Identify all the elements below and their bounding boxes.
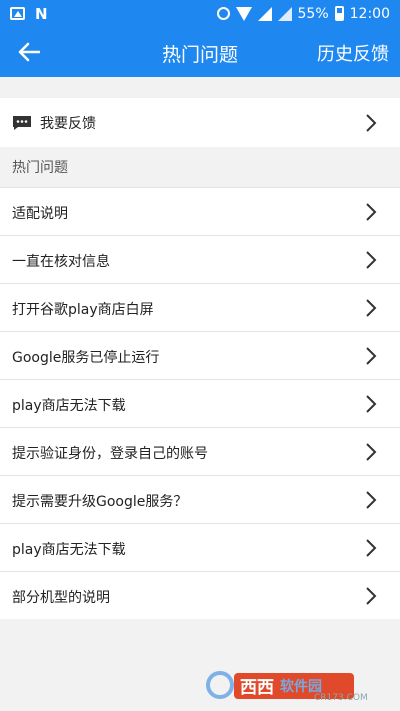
list-item-label: 打开谷歌play商店白屏 [12,302,154,318]
status-left: N [10,5,48,23]
message-icon [13,116,31,130]
chevron-right-icon [366,203,377,221]
list-item[interactable]: 提示验证身份，登录自己的账号 [0,427,400,475]
chevron-right-icon [366,395,377,413]
list-item[interactable]: Google服务已停止运行 [0,331,400,379]
n-notification-icon: N [35,4,48,23]
list-item-label: play商店无法下载 [12,542,126,558]
list-item-label: 提示需要升级Google服务？ [12,494,188,510]
svg-text:CR173.COM: CR173.COM [314,693,368,703]
status-bar: N 55% 12:00 [0,0,400,27]
status-right: 55% 12:00 [216,5,390,22]
app-bar: 热门问题 历史反馈 [0,27,400,77]
list-item[interactable]: play商店无法下载 [0,379,400,427]
list-item-label: 一直在核对信息 [12,254,110,270]
section-header: 热门问题 [12,160,68,176]
chevron-right-icon [366,251,377,269]
chevron-right-icon [366,587,377,605]
list-item[interactable]: 一直在核对信息 [0,235,400,283]
svg-text:西西: 西西 [240,678,274,698]
battery-icon [334,6,344,21]
alarm-icon [216,7,230,20]
chevron-right-icon [366,114,377,132]
feedback-label: 我要反馈 [40,116,96,132]
faq-list: 适配说明 一直在核对信息 打开谷歌play商店白屏 Google服务已停止运行 … [0,187,400,619]
list-item[interactable]: 部分机型的说明 [0,571,400,619]
chevron-right-icon [366,491,377,509]
status-time: 12:00 [349,5,390,22]
list-item-label: 提示验证身份，登录自己的账号 [12,446,208,462]
list-item[interactable]: play商店无法下载 [0,523,400,571]
battery-percent: 55% [297,5,329,22]
list-item[interactable]: 打开谷歌play商店白屏 [0,283,400,331]
chevron-right-icon [366,443,377,461]
list-item-label: 适配说明 [12,206,68,222]
list-item-label: 部分机型的说明 [12,590,110,606]
history-feedback-button[interactable]: 历史反馈 [317,40,389,66]
signal-secondary-icon [277,6,292,21]
chevron-right-icon [366,299,377,317]
wifi-icon [235,6,252,21]
chevron-right-icon [366,539,377,557]
image-notification-icon [10,7,25,20]
watermark-logo: 西西 软件园 CR173.COM [206,671,368,703]
signal-icon [257,6,272,21]
list-item-label: Google服务已停止运行 [12,350,160,366]
feedback-row[interactable]: 我要反馈 [0,98,400,147]
chevron-right-icon [366,347,377,365]
list-item-label: play商店无法下载 [12,398,126,414]
list-item[interactable]: 提示需要升级Google服务？ [0,475,400,523]
list-item[interactable]: 适配说明 [0,187,400,235]
